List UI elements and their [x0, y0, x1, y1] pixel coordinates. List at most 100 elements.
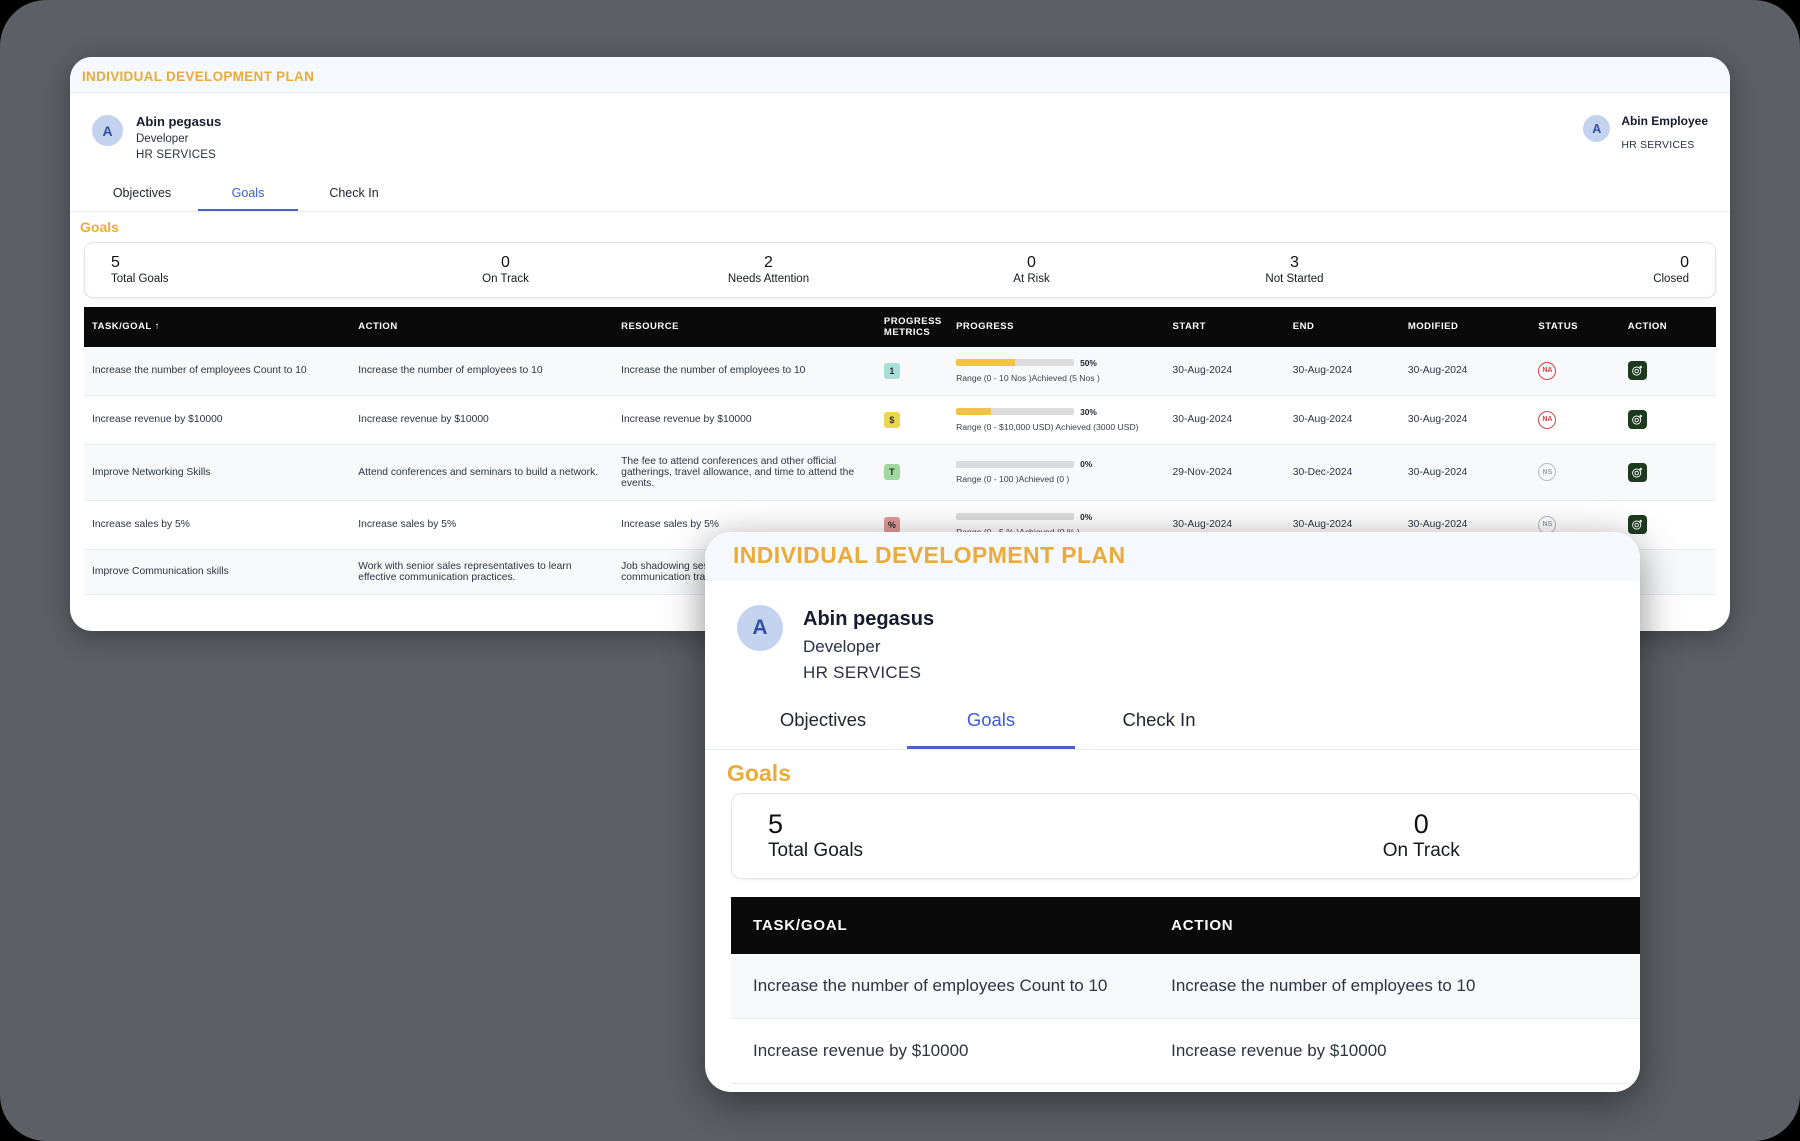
progress-meter: 0% Range (0 - 100 )Achieved (0 )	[956, 459, 1156, 485]
cell-progress: 50% Range (0 - 10 Nos )Achieved (5 Nos )	[948, 346, 1165, 396]
modified-date: 30-Aug-2024	[1407, 365, 1468, 377]
table-header-row: TASK/GOAL ↑ ACTION RESOURCE PROGRESS MET…	[84, 306, 1716, 347]
task-goal-text: Increase sales by 5%	[92, 519, 190, 531]
progress-meter: 30% Range (0 - $10,000 USD) Achieved (300…	[956, 407, 1156, 433]
inset-cell-action: Increase revenue by $10000	[1149, 1018, 1640, 1084]
stat-at-risk-value: 0	[1027, 253, 1036, 271]
progress-percent: 30%	[1080, 406, 1097, 417]
inset-cell-task-goal: Increase revenue by $10000	[731, 1018, 1150, 1084]
inset-stat-total-goals-label: Total Goals	[768, 840, 864, 862]
inset-tab-goals[interactable]: Goals	[907, 709, 1075, 749]
stat-not-started: 3 Not Started	[1163, 254, 1426, 285]
resource-text: Increase the number of employees to 10	[621, 365, 806, 377]
table-row[interactable]: Increase the number of employees Count t…	[84, 346, 1716, 396]
progress-bar	[956, 513, 1075, 521]
tab-checkin[interactable]: Check In	[304, 186, 404, 211]
tab-objectives[interactable]: Objectives	[92, 186, 192, 211]
inset-page-title: INDIVIDUAL DEVELOPMENT PLAN	[733, 542, 1126, 568]
cell-task-goal: Increase the number of employees Count t…	[84, 346, 351, 396]
col-end[interactable]: END	[1284, 306, 1400, 347]
cell-progress-metric: 1	[875, 346, 949, 396]
resource-text: Increase revenue by $10000	[621, 414, 752, 426]
cell-end: 30-Aug-2024	[1284, 346, 1400, 396]
cell-end: 30-Dec-2024	[1284, 444, 1400, 501]
task-goal-text: Improve Communication skills	[92, 566, 229, 578]
stat-needs-attention: 2 Needs Attention	[637, 253, 900, 285]
stat-at-risk: 0 At Risk	[900, 253, 1163, 285]
zoom-inset-panel: INDIVIDUAL DEVELOPMENT PLAN A Abin pegas…	[705, 532, 1640, 1092]
inset-col-action[interactable]: ACTION	[1149, 897, 1640, 954]
progress-range: Range (0 - 100 )Achieved (0 )	[956, 474, 1070, 485]
inset-tab-checkin[interactable]: Check In	[1075, 709, 1243, 749]
cell-resource: Increase revenue by $10000	[613, 395, 876, 445]
progress-percent: 50%	[1080, 357, 1097, 368]
col-task-goal[interactable]: TASK/GOAL ↑	[84, 306, 351, 347]
header-user-row: A Abin pegasus Developer HR SERVICES A A…	[70, 93, 1730, 164]
cell-task-goal: Improve Communication skills	[84, 549, 351, 595]
employee-name: Abin pegasus	[136, 114, 222, 129]
inset-table-row[interactable]: Increase the number of employees Count t…	[731, 954, 1640, 1019]
col-resource[interactable]: RESOURCE	[613, 306, 876, 347]
col-row-action[interactable]: ACTION	[1619, 306, 1716, 347]
cell-start: 29-Nov-2024	[1164, 444, 1285, 501]
table-row[interactable]: Increase revenue by $10000 Increase reven…	[84, 395, 1716, 445]
col-action[interactable]: ACTION	[350, 306, 614, 347]
employee-department: HR SERVICES	[136, 149, 216, 162]
cell-row-action	[1619, 346, 1716, 396]
end-date: 30-Aug-2024	[1292, 414, 1353, 426]
cell-progress: 0% Range (0 - 100 )Achieved (0 )	[948, 444, 1165, 501]
task-goal-text: Increase revenue by $10000	[92, 414, 223, 426]
status-badge: NA	[1538, 410, 1557, 429]
cell-progress: 30% Range (0 - $10,000 USD) Achieved (300…	[948, 395, 1165, 445]
progress-bar	[956, 359, 1075, 367]
col-status[interactable]: STATUS	[1530, 306, 1620, 347]
stat-closed-label: Closed	[1653, 272, 1689, 285]
inset-cell-task-goal: Increase the number of employees Count t…	[731, 954, 1150, 1019]
col-progress[interactable]: PROGRESS	[948, 306, 1165, 347]
start-date: 29-Nov-2024	[1172, 466, 1233, 478]
modified-date: 30-Aug-2024	[1407, 414, 1468, 426]
progress-bar	[956, 408, 1075, 416]
inset-table-row[interactable]: Increase revenue by $10000 Increase reven…	[731, 1018, 1640, 1084]
target-plus-icon[interactable]	[1627, 515, 1647, 535]
tab-goals[interactable]: Goals	[198, 186, 298, 211]
end-date: 30-Aug-2024	[1292, 365, 1353, 377]
reviewer-name: Abin Employee	[1621, 114, 1708, 128]
inset-tab-bar: Objectives Goals Check In	[705, 685, 1640, 750]
col-start[interactable]: START	[1164, 306, 1285, 347]
stat-total-goals: 5 Total Goals	[85, 253, 374, 285]
col-progress-metrics[interactable]: PROGRESS METRICS	[875, 306, 949, 347]
stat-needs-attention-value: 2	[764, 253, 773, 271]
cell-modified: 30-Aug-2024	[1399, 444, 1531, 501]
cell-status: NS	[1530, 444, 1620, 501]
inset-table-header-row: TASK/GOAL ACTION	[731, 897, 1640, 954]
inset-employee-role: Developer	[803, 637, 881, 656]
progress-meter: 50% Range (0 - 10 Nos )Achieved (5 Nos )	[956, 358, 1156, 384]
start-date: 30-Aug-2024	[1172, 519, 1233, 531]
target-plus-icon[interactable]	[1627, 410, 1647, 430]
metric-badge-text-icon: T	[883, 464, 900, 481]
inset-employee-profile: A Abin pegasus Developer HR SERVICES	[705, 581, 1640, 685]
cell-modified: 30-Aug-2024	[1399, 346, 1531, 396]
target-plus-icon[interactable]	[1627, 361, 1647, 381]
col-modified[interactable]: MODIFIED	[1399, 306, 1531, 347]
inset-tab-objectives[interactable]: Objectives	[739, 709, 907, 749]
inset-goals-table-wrapper: TASK/GOAL ACTION Increase the number of …	[731, 897, 1640, 1084]
cell-progress-metric: T	[875, 444, 949, 501]
progress-bar	[956, 460, 1075, 468]
cell-action: Increase revenue by $10000	[350, 395, 614, 445]
tab-bar: Objectives Goals Check In	[70, 164, 1730, 212]
end-date: 30-Dec-2024	[1292, 466, 1353, 478]
inset-col-task-goal[interactable]: TASK/GOAL	[731, 897, 1150, 954]
table-row[interactable]: Improve Networking Skills Attend conferen…	[84, 444, 1716, 501]
cell-modified: 30-Aug-2024	[1399, 395, 1531, 445]
stat-closed-value: 0	[1680, 253, 1689, 271]
cell-task-goal: Improve Networking Skills	[84, 444, 351, 501]
resource-text: Increase sales by 5%	[621, 519, 719, 531]
inset-goal-summary-bar: 5 Total Goals 0 On Track	[731, 793, 1640, 879]
target-plus-icon[interactable]	[1627, 462, 1647, 482]
progress-range: Range (0 - 10 Nos )Achieved (5 Nos )	[956, 372, 1100, 383]
progress-percent: 0%	[1080, 511, 1093, 522]
cell-task-goal: Increase revenue by $10000	[84, 395, 351, 445]
stat-total-goals-value: 5	[111, 253, 120, 271]
